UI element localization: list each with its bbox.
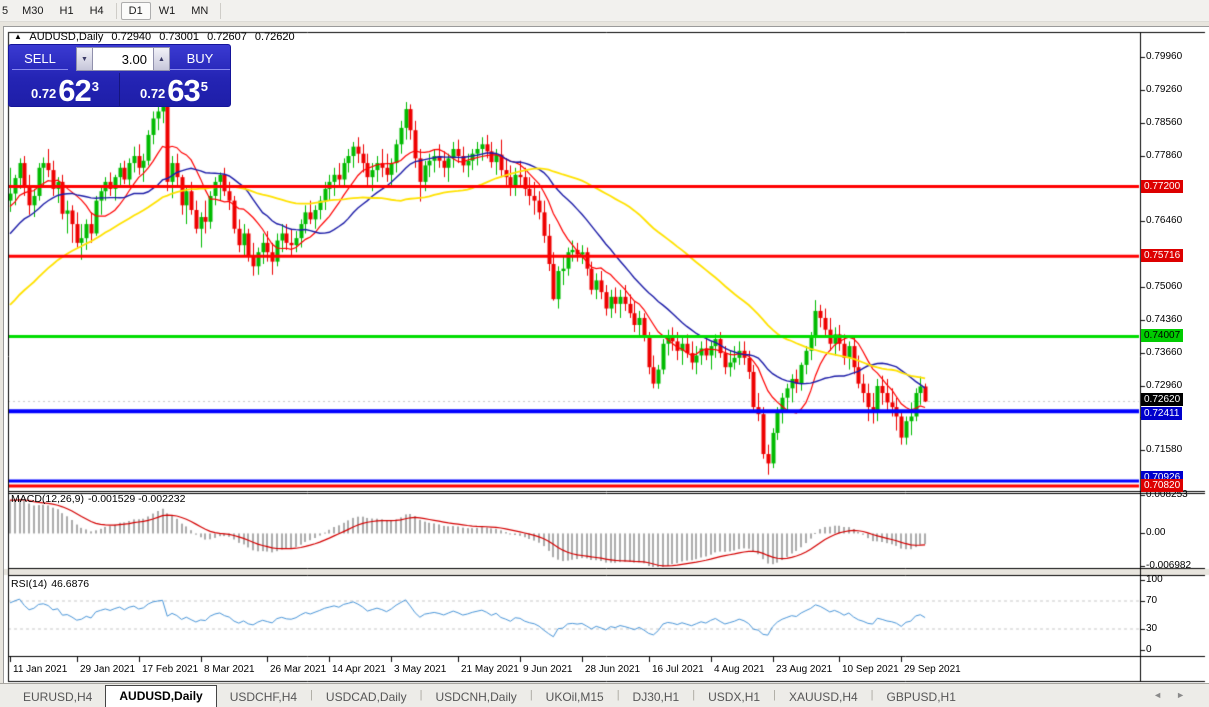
toolbar-separator — [220, 2, 222, 19]
timeframe-button-5[interactable]: 5 — [0, 2, 14, 20]
chevron-up-icon: ▲ — [158, 55, 165, 63]
buy-price-big: 63 — [167, 73, 200, 108]
ohlc-high: 0.73001 — [159, 31, 199, 43]
price-axis-tick: 0.76460 — [1146, 215, 1183, 226]
tab-scroll-arrows[interactable]: ◄► — [1153, 690, 1199, 700]
chart-tab-ukoil-m15[interactable]: UKOil,M15 — [533, 688, 617, 707]
volume-stepper: ▼ ▲ — [76, 47, 170, 71]
chevron-down-icon: ▼ — [81, 55, 88, 63]
one-click-trading-panel: SELL ▼ ▲ BUY 0.72 62 — [8, 44, 231, 107]
date-axis-label: 9 Jun 2021 — [523, 664, 573, 675]
date-axis-label: 16 Jul 2021 — [652, 664, 704, 675]
price-badge: 0.74007 — [1141, 329, 1184, 342]
price-badge: 0.70820 — [1141, 479, 1184, 492]
ohlc-close: 0.72620 — [254, 31, 295, 43]
chart-tab-bar: EURUSD,H4 AUDUSD,Daily USDCHF,H4 | USDCAD,Da… — [0, 683, 1209, 707]
ohlc-low: 0.72607 — [207, 31, 247, 43]
sell-price-base: 0.72 — [30, 86, 57, 101]
buy-price-pip: 5 — [200, 79, 209, 94]
price-axis-tick: 0.72960 — [1146, 380, 1183, 391]
timeframe-button-h1[interactable]: H1 — [52, 2, 82, 20]
timeframe-button-m30[interactable]: M30 — [14, 2, 51, 20]
collapse-icon[interactable]: ▲ — [14, 32, 22, 41]
timeframe-button-d1[interactable]: D1 — [120, 1, 151, 20]
toolbar-separator — [115, 2, 117, 19]
price-axis-tick: 0.79960 — [1146, 51, 1183, 62]
buy-button-label: BUY — [170, 49, 230, 70]
ohlc-open: 0.72940 — [111, 31, 152, 43]
buy-price[interactable]: 0.72 63 5 — [121, 73, 227, 106]
timeframe-toolbar: 5 M30 H1 H4 D1 W1 MN — [0, 0, 1209, 22]
macd-label: MACD(12,26,9) -0.001529 -0.002232 — [11, 493, 186, 505]
date-axis-label: 14 Apr 2021 — [332, 664, 386, 675]
mt4-terminal: 5 M30 H1 H4 D1 W1 MN ▲ AUDUSD,Daily 0.72940 0.… — [0, 0, 1209, 707]
sell-button[interactable]: SELL — [12, 47, 68, 72]
chart-tab-usdx-h1[interactable]: USDX,H1 — [695, 688, 773, 707]
chart-tab-gbpusd-h1[interactable]: GBPUSD,H1 — [874, 688, 969, 707]
price-axis-tick: 0.79260 — [1146, 84, 1183, 95]
date-axis-label: 28 Jun 2021 — [585, 664, 641, 675]
macd-axis-tick: -0.006982 — [1146, 560, 1192, 571]
price-axis-tick: 0.75060 — [1146, 281, 1183, 292]
buy-price-base: 0.72 — [139, 86, 166, 101]
price-badge: 0.72411 — [1141, 407, 1183, 420]
rsi-axis-tick: 100 — [1146, 574, 1163, 585]
chart-tab-usdcad-daily[interactable]: USDCAD,Daily — [313, 688, 420, 707]
sell-button-label: SELL — [12, 49, 68, 70]
chart-symbol: AUDUSD,Daily — [29, 31, 104, 43]
rsi-label: RSI(14) 46.6876 — [11, 578, 90, 590]
volume-increase-button[interactable]: ▲ — [153, 47, 170, 71]
chart-canvas[interactable] — [4, 27, 1209, 683]
price-axis-tick: 0.74360 — [1146, 314, 1183, 325]
volume-decrease-button[interactable]: ▼ — [76, 47, 93, 71]
chart-tab-xauusd-h4[interactable]: XAUUSD,H4 — [776, 688, 871, 707]
rsi-axis-tick: 70 — [1146, 595, 1158, 606]
sell-price-big: 62 — [58, 73, 91, 108]
timeframe-button-h4[interactable]: H4 — [82, 2, 112, 20]
macd-axis-tick: 0.00 — [1146, 527, 1166, 538]
price-divider — [119, 73, 120, 106]
date-axis-label: 29 Jan 2021 — [80, 664, 136, 675]
date-axis-label: 4 Aug 2021 — [714, 664, 765, 675]
timeframe-button-w1[interactable]: W1 — [151, 2, 184, 20]
volume-input[interactable] — [93, 47, 153, 71]
date-axis-label: 10 Sep 2021 — [842, 664, 899, 675]
chart-tab-dj30-h1[interactable]: DJ30,H1 — [620, 688, 693, 707]
date-axis-label: 3 May 2021 — [394, 664, 447, 675]
date-axis-label: 21 May 2021 — [461, 664, 519, 675]
chart-window: ▲ AUDUSD,Daily 0.72940 0.73001 0.72607 0… — [3, 26, 1209, 683]
date-axis-label: 26 Mar 2021 — [270, 664, 327, 675]
price-badge: 0.75716 — [1141, 249, 1184, 262]
sell-price-pip: 3 — [91, 79, 100, 94]
chart-tab-audusd-daily[interactable]: AUDUSD,Daily — [105, 685, 217, 707]
price-badge: 0.72620 — [1141, 393, 1184, 406]
chart-header: ▲ AUDUSD,Daily 0.72940 0.73001 0.72607 0… — [14, 31, 300, 43]
price-axis-tick: 0.71580 — [1146, 444, 1183, 455]
date-axis-label: 8 Mar 2021 — [204, 664, 255, 675]
timeframe-button-mn[interactable]: MN — [183, 2, 216, 20]
date-axis-label: 17 Feb 2021 — [142, 664, 199, 675]
date-axis-label: 29 Sep 2021 — [904, 664, 961, 675]
buy-button[interactable]: BUY — [170, 47, 230, 72]
price-axis-tick: 0.77860 — [1146, 150, 1183, 161]
price-badge: 0.77200 — [1141, 180, 1184, 193]
chart-tab-usdcnh-daily[interactable]: USDCNH,Daily — [422, 688, 529, 707]
date-axis-label: 23 Aug 2021 — [776, 664, 833, 675]
chart-tab-usdchf-h4[interactable]: USDCHF,H4 — [217, 688, 310, 707]
price-axis-tick: 0.78560 — [1146, 117, 1183, 128]
rsi-axis-tick: 0 — [1146, 644, 1152, 655]
date-axis-label: 11 Jan 2021 — [13, 664, 68, 675]
rsi-axis-tick: 30 — [1146, 623, 1158, 634]
sell-price[interactable]: 0.72 62 3 — [12, 73, 118, 106]
chart-tab-eurusd-h4[interactable]: EURUSD,H4 — [10, 688, 105, 707]
price-axis-tick: 0.73660 — [1146, 347, 1183, 358]
